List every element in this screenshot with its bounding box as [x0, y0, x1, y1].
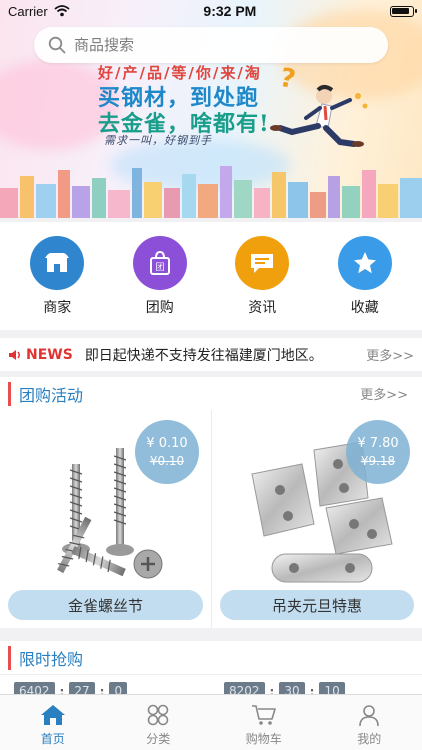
nav-item-news[interactable]: 资讯: [222, 236, 302, 330]
section-title: 限时抢购: [8, 645, 83, 670]
price-badge: ¥ 7.80 ¥9.18: [346, 420, 410, 484]
search-input[interactable]: [74, 36, 354, 54]
app-screen: 好/产/品/等/你/来/淘 买钢材，到处跑 去金雀，啥都有! 需求一叫，好钢到手…: [0, 0, 422, 750]
message-icon: [235, 236, 290, 290]
nav-item-merchant[interactable]: 商家: [17, 236, 97, 330]
nav-label: 商家: [43, 300, 72, 316]
search-icon: [48, 36, 66, 54]
star-icon: [337, 236, 392, 290]
tab-category[interactable]: 分类: [106, 695, 212, 750]
current-price: ¥ 7.80: [357, 435, 399, 451]
svg-text:团: 团: [155, 262, 164, 273]
current-price: ¥ 0.10: [146, 435, 188, 451]
group-buy-products: ¥ 0.10 ¥0.10 金雀螺丝节 ¥ 7.80 ¥9.18 吊夹元旦特惠: [0, 410, 422, 628]
tab-cart[interactable]: 购物车: [211, 695, 317, 750]
nav-item-group-buy[interactable]: 团 团购: [120, 236, 200, 330]
product-name-button[interactable]: 金雀螺丝节: [8, 590, 203, 620]
tab-label: 分类: [146, 731, 171, 746]
bottom-tab-bar: 首页 分类 购物车 我的: [0, 694, 422, 750]
home-icon: [40, 704, 65, 725]
carrier-info: Carrier: [8, 4, 70, 19]
running-man-illustration: [270, 85, 368, 147]
original-price: ¥9.18: [360, 453, 396, 468]
tab-label: 首页: [40, 731, 65, 746]
product-card[interactable]: ¥ 0.10 ¥0.10 金雀螺丝节: [0, 410, 211, 628]
flash-sale-header: 限时抢购: [0, 641, 422, 675]
nav-label: 团购: [145, 300, 174, 316]
search-bar[interactable]: [34, 27, 388, 63]
nav-item-favorites[interactable]: 收藏: [325, 236, 405, 330]
product-card[interactable]: ¥ 7.80 ¥9.18 吊夹元旦特惠: [211, 410, 422, 628]
group-buy-more-link[interactable]: 更多>>: [360, 384, 408, 403]
news-label: NEWS: [26, 346, 73, 363]
tab-label: 我的: [357, 731, 382, 746]
battery-icon: [390, 5, 417, 17]
speaker-icon: [9, 349, 20, 360]
status-bar: Carrier 9:32 PM: [0, 0, 422, 22]
product-name-button[interactable]: 吊夹元旦特惠: [220, 590, 414, 620]
tab-profile[interactable]: 我的: [317, 695, 422, 750]
section-title: 团购活动: [8, 381, 83, 406]
news-ticker[interactable]: NEWS 即日起快递不支持发往福建厦门地区。 更多>>: [0, 338, 422, 371]
city-skyline-illustration: [0, 166, 422, 218]
price-badge: ¥ 0.10 ¥0.10: [135, 420, 199, 484]
nav-label: 资讯: [248, 300, 277, 316]
quick-nav: 商家 团 团购 资讯 收藏: [0, 222, 422, 330]
shopping-bag-icon: 团: [132, 236, 187, 290]
carrier-name: Carrier: [8, 3, 48, 19]
group-buy-header: 团购活动 更多>>: [0, 377, 422, 411]
news-more-link[interactable]: 更多>>: [366, 345, 414, 364]
banner-subline: 需求一叫，好钢到手: [104, 134, 212, 147]
tab-label: 购物车: [245, 731, 282, 746]
news-text[interactable]: 即日起快递不支持发往福建厦门地区。: [85, 345, 366, 365]
wifi-icon: [54, 5, 70, 17]
shop-icon: [30, 236, 85, 290]
nav-label: 收藏: [350, 300, 379, 316]
category-icon: [147, 704, 169, 725]
cart-icon: [251, 704, 276, 725]
status-time: 9:32 PM: [203, 3, 257, 19]
original-price: ¥0.10: [149, 453, 185, 468]
tab-home[interactable]: 首页: [0, 695, 106, 750]
profile-icon: [359, 704, 380, 726]
